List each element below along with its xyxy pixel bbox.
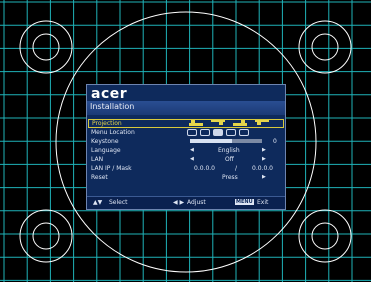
projection-front-desktop-icon[interactable]: [189, 120, 203, 126]
corner-circle-top-left-inner: [32, 33, 60, 61]
location-center-icon[interactable]: [213, 129, 223, 136]
footer-hints: ▲▼ Select ◀ ▶ Adjust MENU Exit: [87, 196, 285, 209]
footer-adjust-label: Adjust: [187, 199, 206, 206]
corner-circle-bottom-left-inner: [32, 222, 60, 250]
menu-item-menu-location[interactable]: Menu Location: [87, 128, 285, 137]
menu-item-lan-ip-mask[interactable]: LAN IP / Mask 0.0.0.0 / 0.0.0.0: [87, 164, 285, 173]
menu-item-label: Menu Location: [91, 129, 135, 136]
corner-circle-top-right-inner: [311, 33, 339, 61]
menu-item-lan[interactable]: LAN ◀ Off ▶: [87, 155, 285, 164]
corner-circle-bottom-right: [298, 209, 352, 263]
menu-item-label: LAN IP / Mask: [91, 165, 132, 172]
footer-select-label: Select: [109, 199, 128, 206]
title-bar: Installation: [87, 101, 285, 115]
left-arrow-icon[interactable]: ◀: [190, 146, 194, 155]
corner-circle-bottom-right-inner: [311, 222, 339, 250]
projection-rear-ceiling-icon[interactable]: [255, 120, 269, 126]
menu-location-options: [187, 129, 249, 136]
menu-item-keystone[interactable]: Keystone 0: [87, 137, 285, 146]
corner-circle-bottom-left: [19, 209, 73, 263]
keystone-value: 0: [273, 138, 277, 145]
right-arrow-icon[interactable]: ▶: [262, 173, 266, 182]
right-arrow-icon[interactable]: ▶: [262, 155, 266, 164]
location-bottom-right-icon[interactable]: [239, 129, 249, 136]
menu-item-language[interactable]: Language ◀ English ▶: [87, 146, 285, 155]
menu-list: Projection Menu Location Keystone 0 Lang…: [87, 119, 285, 182]
corner-circle-top-left: [19, 20, 73, 74]
keystone-slider[interactable]: [190, 139, 262, 143]
language-value: English: [218, 147, 240, 154]
menu-item-label: Reset: [91, 174, 108, 181]
menu-item-reset[interactable]: Reset Press ▶: [87, 173, 285, 182]
lan-mask-value: 0.0.0.0: [252, 165, 273, 172]
menu-item-label: Language: [91, 147, 121, 154]
brand-logo: acer: [91, 86, 128, 102]
corner-circle-top-right: [298, 20, 352, 74]
menu-item-label: Keystone: [91, 138, 119, 145]
menu-key-icon: MENU: [235, 199, 254, 205]
footer-exit-label: Exit: [257, 199, 269, 206]
left-right-arrows-icon: ◀ ▶: [173, 199, 185, 206]
projection-front-ceiling-icon[interactable]: [211, 120, 225, 126]
menu-item-label: LAN: [91, 156, 104, 163]
keystone-slider-fill: [190, 139, 232, 143]
lan-ip-value: 0.0.0.0: [194, 165, 215, 172]
menu-item-projection[interactable]: Projection: [88, 119, 284, 128]
reset-value: Press: [222, 174, 238, 181]
page-title: Installation: [90, 102, 135, 111]
right-arrow-icon[interactable]: ▶: [262, 146, 266, 155]
location-top-left-icon[interactable]: [187, 129, 197, 136]
up-down-arrows-icon: ▲▼: [93, 199, 103, 206]
projection-options: [189, 120, 269, 126]
location-top-right-icon[interactable]: [200, 129, 210, 136]
lan-ip-separator: /: [235, 165, 238, 172]
projection-rear-desktop-icon[interactable]: [233, 120, 247, 126]
menu-item-label: Projection: [92, 120, 122, 127]
left-arrow-icon[interactable]: ◀: [190, 155, 194, 164]
lan-value: Off: [225, 156, 234, 163]
location-bottom-left-icon[interactable]: [226, 129, 236, 136]
osd-menu-panel: acer Installation Projection Menu Locati…: [86, 84, 286, 210]
